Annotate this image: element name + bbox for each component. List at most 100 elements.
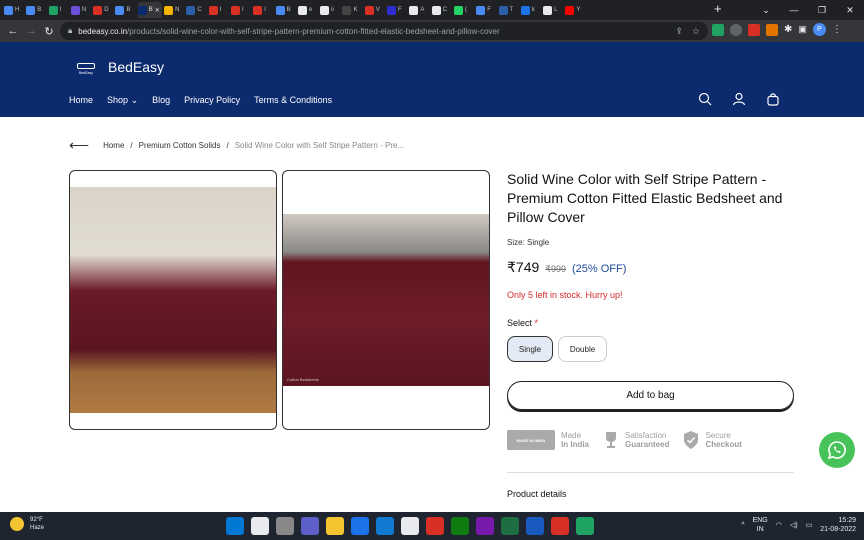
taskbar-app-icon[interactable]: [251, 517, 269, 535]
browser-tab[interactable]: k: [520, 2, 541, 18]
product-details-heading[interactable]: Product details: [507, 489, 567, 499]
nav-shop[interactable]: Shop ⌄: [107, 95, 138, 106]
extension-icon[interactable]: [766, 23, 778, 36]
taskbar-app-icon[interactable]: [451, 517, 469, 535]
browser-tab[interactable]: C: [431, 2, 452, 18]
taskbar-app-icon[interactable]: [401, 517, 419, 535]
site-logo[interactable]: BedEasy BedEasy: [74, 58, 164, 76]
reload-icon[interactable]: ↻: [40, 25, 58, 38]
product-image-2[interactable]: Cotton Bedsheets: [282, 170, 490, 430]
taskbar-app-icon[interactable]: [226, 517, 244, 535]
taskbar-app-icon[interactable]: [276, 517, 294, 535]
browser-tab[interactable]: F: [387, 2, 407, 18]
browser-tab[interactable]: ii: [320, 2, 340, 18]
account-icon[interactable]: [732, 92, 746, 106]
browser-tab[interactable]: I: [208, 2, 229, 18]
breadcrumb-category[interactable]: Premium Cotton Solids: [139, 141, 221, 150]
browser-tab[interactable]: A: [409, 2, 429, 18]
browser-tab[interactable]: T: [498, 2, 519, 18]
site-header: BedEasy BedEasy Home Shop ⌄ Blog Privacy…: [0, 42, 864, 117]
browser-tab[interactable]: D: [93, 2, 113, 18]
close-window-icon[interactable]: ✕: [836, 5, 864, 16]
nav-home[interactable]: Home: [69, 95, 93, 106]
browser-tab[interactable]: H: [4, 2, 24, 18]
browser-tab[interactable]: F: [476, 2, 496, 18]
taskbar-app-icon[interactable]: [376, 517, 394, 535]
tab-search-icon[interactable]: ⌄: [752, 5, 780, 16]
browser-tab[interactable]: I: [253, 2, 273, 18]
product-image-1[interactable]: [69, 170, 277, 430]
bag-icon[interactable]: [766, 92, 780, 106]
browser-tab[interactable]: L: [543, 2, 563, 18]
nav-blog[interactable]: Blog: [152, 95, 170, 106]
search-icon[interactable]: [698, 92, 712, 106]
nav-terms-conditions[interactable]: Terms & Conditions: [254, 95, 332, 106]
bookmark-star-icon[interactable]: ☆: [692, 26, 700, 37]
minimize-icon[interactable]: —: [780, 5, 808, 15]
share-icon[interactable]: ⇪: [675, 26, 683, 37]
option-single[interactable]: Single: [507, 336, 553, 362]
new-tab-button[interactable]: +: [714, 1, 722, 16]
whatsapp-chat-button[interactable]: [819, 432, 855, 468]
clock[interactable]: 15:29 21-08-2022: [820, 516, 856, 534]
extension-icon[interactable]: [730, 23, 742, 36]
tab-label: N: [175, 7, 180, 13]
volume-icon[interactable]: ◁): [790, 521, 798, 529]
wifi-icon[interactable]: ◠: [776, 521, 782, 529]
breadcrumb-home[interactable]: Home: [103, 141, 124, 150]
taskbar-app-icon[interactable]: [501, 517, 519, 535]
battery-icon[interactable]: ▭: [806, 521, 813, 529]
option-double[interactable]: Double: [558, 336, 607, 362]
taskbar-app-icon[interactable]: [476, 517, 494, 535]
side-panel-icon[interactable]: ▣: [798, 24, 807, 35]
forward-icon[interactable]: →: [22, 25, 40, 37]
back-arrow-icon[interactable]: ⟵: [69, 137, 89, 154]
add-to-bag-button[interactable]: Add to bag: [507, 381, 794, 410]
extension-icon[interactable]: [712, 23, 724, 36]
taskbar-app-icon[interactable]: [326, 517, 344, 535]
browser-tab[interactable]: K: [342, 2, 362, 18]
badge-satisfaction: Satisfaction Guaranteed: [603, 430, 669, 450]
url-path: /products/solid-wine-color-with-self-str…: [127, 26, 500, 36]
browser-tab[interactable]: I: [230, 2, 251, 18]
tab-favicon-icon: [137, 5, 147, 15]
browser-tab[interactable]: V: [364, 2, 385, 18]
tab-favicon-icon: [186, 5, 196, 15]
profile-avatar[interactable]: P: [812, 23, 826, 36]
discount-label: (25% OFF): [572, 263, 627, 275]
extension-icon[interactable]: [748, 23, 760, 36]
browser-tab[interactable]: B: [275, 2, 296, 18]
nav-privacy-policy[interactable]: Privacy Policy: [184, 95, 240, 106]
puzzle-icon[interactable]: ✱: [784, 24, 792, 35]
tab-label: B: [148, 7, 153, 13]
taskbar-app-icon[interactable]: [426, 517, 444, 535]
close-tab-icon[interactable]: ✕: [155, 7, 160, 14]
sale-price: ₹749: [507, 259, 540, 275]
tab-label: I: [264, 7, 266, 13]
browser-tab[interactable]: B: [26, 2, 46, 18]
taskbar-app-icon[interactable]: [551, 517, 569, 535]
taskbar-app-icon[interactable]: [301, 517, 319, 535]
browser-tab[interactable]: I: [48, 2, 69, 18]
browser-tab[interactable]: (: [453, 2, 474, 18]
language-indicator[interactable]: ENG IN: [753, 516, 768, 534]
tray-chevron-icon[interactable]: ^: [741, 522, 744, 529]
tab-label: K: [353, 7, 358, 13]
header-icons: [698, 92, 780, 106]
menu-kebab-icon[interactable]: ⋮: [832, 24, 842, 35]
browser-tab[interactable]: N: [70, 2, 91, 18]
browser-tab[interactable]: e: [297, 2, 318, 18]
taskbar-app-icon[interactable]: [351, 517, 369, 535]
browser-tab[interactable]: N: [164, 2, 184, 18]
weather-widget[interactable]: 92°F Haze: [10, 516, 44, 532]
browser-tab[interactable]: C: [186, 2, 206, 18]
browser-tab[interactable]: B ✕: [137, 2, 162, 18]
taskbar-app-icon[interactable]: [526, 517, 544, 535]
browser-tab[interactable]: Y: [565, 2, 585, 18]
tab-label: F: [487, 7, 491, 13]
restore-icon[interactable]: ❐: [808, 5, 836, 16]
browser-tab[interactable]: B: [115, 2, 135, 18]
back-icon[interactable]: ←: [4, 25, 22, 37]
taskbar-app-icon[interactable]: [576, 517, 594, 535]
url-input[interactable]: 🔒︎ bedeasy.co.in /products/solid-wine-co…: [60, 22, 708, 40]
